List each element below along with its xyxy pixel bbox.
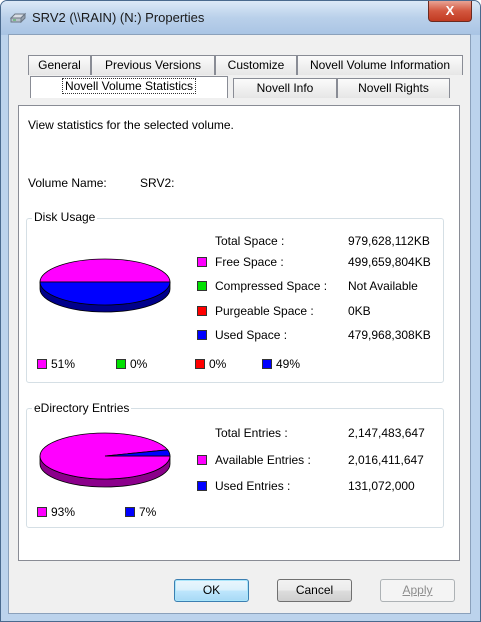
pct-purgeable-label: 0% bbox=[209, 357, 227, 371]
total-entries-label: Total Entries : bbox=[215, 426, 288, 440]
used-entries-label: Used Entries : bbox=[215, 479, 291, 493]
close-button[interactable]: X bbox=[428, 1, 472, 22]
used-space-label: Used Space : bbox=[215, 328, 288, 342]
tab-novell-volume-statistics[interactable]: Novell Volume Statistics bbox=[30, 76, 228, 98]
available-entries-value: 2,016,411,647 bbox=[348, 453, 424, 467]
pct-compressed-swatch bbox=[116, 359, 126, 369]
edirectory-title: eDirectory Entries bbox=[32, 401, 132, 415]
total-entries-value: 2,147,483,647 bbox=[348, 426, 425, 440]
pct-free-label: 51% bbox=[51, 357, 76, 371]
disk-usage-title: Disk Usage bbox=[32, 210, 98, 224]
tab-novell-info[interactable]: Novell Info bbox=[233, 78, 337, 98]
description-text: View statistics for the selected volume. bbox=[28, 118, 234, 132]
free-space-label: Free Space : bbox=[215, 255, 284, 269]
used-space-swatch bbox=[197, 330, 207, 340]
tab-panel: View statistics for the selected volume.… bbox=[18, 105, 460, 561]
free-space-value: 499,659,804KB bbox=[348, 255, 431, 269]
pct-used-entries-swatch bbox=[125, 507, 135, 517]
volume-name-value: SRV2: bbox=[140, 176, 175, 190]
edirectory-pie-chart bbox=[39, 432, 171, 488]
pie-slice-free-space bbox=[39, 258, 171, 283]
pct-purgeable-swatch bbox=[195, 359, 205, 369]
drive-icon bbox=[10, 12, 26, 23]
tab-novell-volume-information[interactable]: Novell Volume Information bbox=[297, 55, 463, 75]
cancel-button[interactable]: Cancel bbox=[277, 579, 352, 602]
tab-previous-versions[interactable]: Previous Versions bbox=[91, 55, 215, 75]
window-title: SRV2 (\\RAIN) (N:) Properties bbox=[32, 10, 205, 25]
tab-novell-volume-statistics-label: Novell Volume Statistics bbox=[61, 78, 197, 94]
compressed-space-swatch bbox=[197, 281, 207, 291]
compressed-space-label: Compressed Space : bbox=[215, 279, 328, 293]
free-space-swatch bbox=[197, 257, 207, 267]
used-entries-value: 131,072,000 bbox=[348, 479, 415, 493]
title-bar[interactable]: SRV2 (\\RAIN) (N:) Properties X bbox=[1, 1, 480, 35]
pct-compressed-label: 0% bbox=[130, 357, 148, 371]
pct-used-swatch bbox=[262, 359, 272, 369]
total-space-label: Total Space : bbox=[215, 234, 285, 248]
purgeable-space-swatch bbox=[197, 306, 207, 316]
compressed-space-value: Not Available bbox=[348, 279, 418, 293]
disk-usage-pie-chart bbox=[39, 258, 171, 313]
total-space-value: 979,628,112KB bbox=[348, 234, 430, 248]
apply-button[interactable]: Apply bbox=[380, 579, 455, 602]
used-space-value: 479,968,308KB bbox=[348, 328, 431, 342]
pct-used-entries-label: 7% bbox=[139, 505, 157, 519]
volume-name-label: Volume Name: bbox=[28, 176, 107, 190]
tab-customize[interactable]: Customize bbox=[215, 55, 297, 75]
purgeable-space-value: 0KB bbox=[348, 304, 371, 318]
pct-used-label: 49% bbox=[276, 357, 301, 371]
purgeable-space-label: Purgeable Space : bbox=[215, 304, 314, 318]
tab-novell-rights[interactable]: Novell Rights bbox=[337, 78, 450, 98]
available-entries-swatch bbox=[197, 455, 207, 465]
pct-free-swatch bbox=[37, 359, 47, 369]
used-entries-swatch bbox=[197, 481, 207, 491]
pct-available-swatch bbox=[37, 507, 47, 517]
available-entries-label: Available Entries : bbox=[215, 453, 311, 467]
pct-available-label: 93% bbox=[51, 505, 76, 519]
ok-button[interactable]: OK bbox=[174, 579, 249, 602]
tab-general[interactable]: General bbox=[28, 55, 91, 75]
